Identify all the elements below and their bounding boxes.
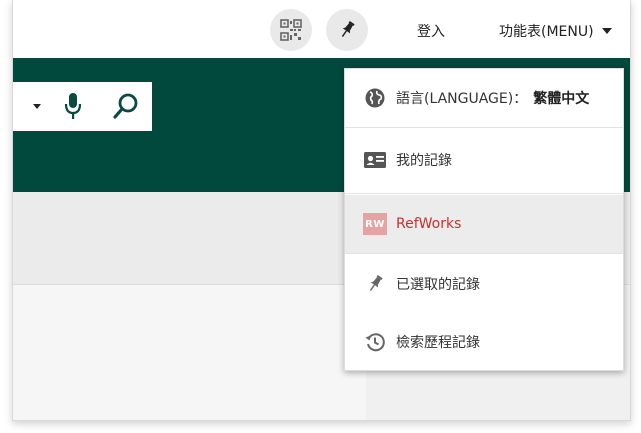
microphone-icon[interactable] [63, 92, 83, 122]
language-text: 語言(LANGUAGE)： 繁體中文 [396, 88, 589, 108]
pin-icon [341, 21, 355, 37]
pin-icon [363, 272, 387, 296]
refworks-icon: RW [363, 212, 387, 236]
qr-code-icon [280, 19, 302, 41]
menu-item-selected-records[interactable]: 已選取的記錄 [345, 255, 623, 313]
menu-item-language[interactable]: 語言(LANGUAGE)： 繁體中文 [345, 69, 623, 127]
language-label: 語言(LANGUAGE)： [396, 91, 528, 107]
menu-item-search-history[interactable]: 檢索歷程記錄 [345, 313, 623, 370]
app-window: 登入 功能表(MENU) 語言(LANGUAGE)： 繁體中文 我的記錄 RW … [12, 0, 631, 421]
pinned-button[interactable] [326, 9, 368, 51]
history-icon [363, 330, 387, 354]
menu-item-my-records[interactable]: 我的記錄 [345, 127, 623, 193]
selected-records-label: 已選取的記錄 [396, 277, 480, 293]
refworks-label: RefWorks [396, 216, 462, 232]
menu-dropdown: 語言(LANGUAGE)： 繁體中文 我的記錄 RW RefWorks 已選取的… [344, 68, 624, 371]
menu-divider [345, 253, 623, 254]
sign-in-link[interactable]: 登入 [417, 21, 445, 41]
main-menu-label: 功能表(MENU) [499, 24, 594, 40]
globe-icon [363, 86, 387, 110]
main-menu-button[interactable]: 功能表(MENU) [499, 21, 612, 41]
language-value: 繁體中文 [533, 91, 590, 107]
menu-item-refworks[interactable]: RW RefWorks [345, 195, 623, 253]
top-bar: 登入 功能表(MENU) [13, 0, 630, 58]
search-scope-dropdown[interactable] [33, 104, 41, 109]
qr-code-button[interactable] [270, 9, 312, 51]
search-icon[interactable] [112, 92, 140, 122]
id-card-icon [363, 148, 387, 172]
menu-divider [345, 193, 623, 194]
my-records-label: 我的記錄 [396, 153, 452, 169]
search-history-label: 檢索歷程記錄 [396, 334, 480, 351]
caret-down-icon [601, 28, 612, 34]
search-bar [13, 82, 152, 131]
